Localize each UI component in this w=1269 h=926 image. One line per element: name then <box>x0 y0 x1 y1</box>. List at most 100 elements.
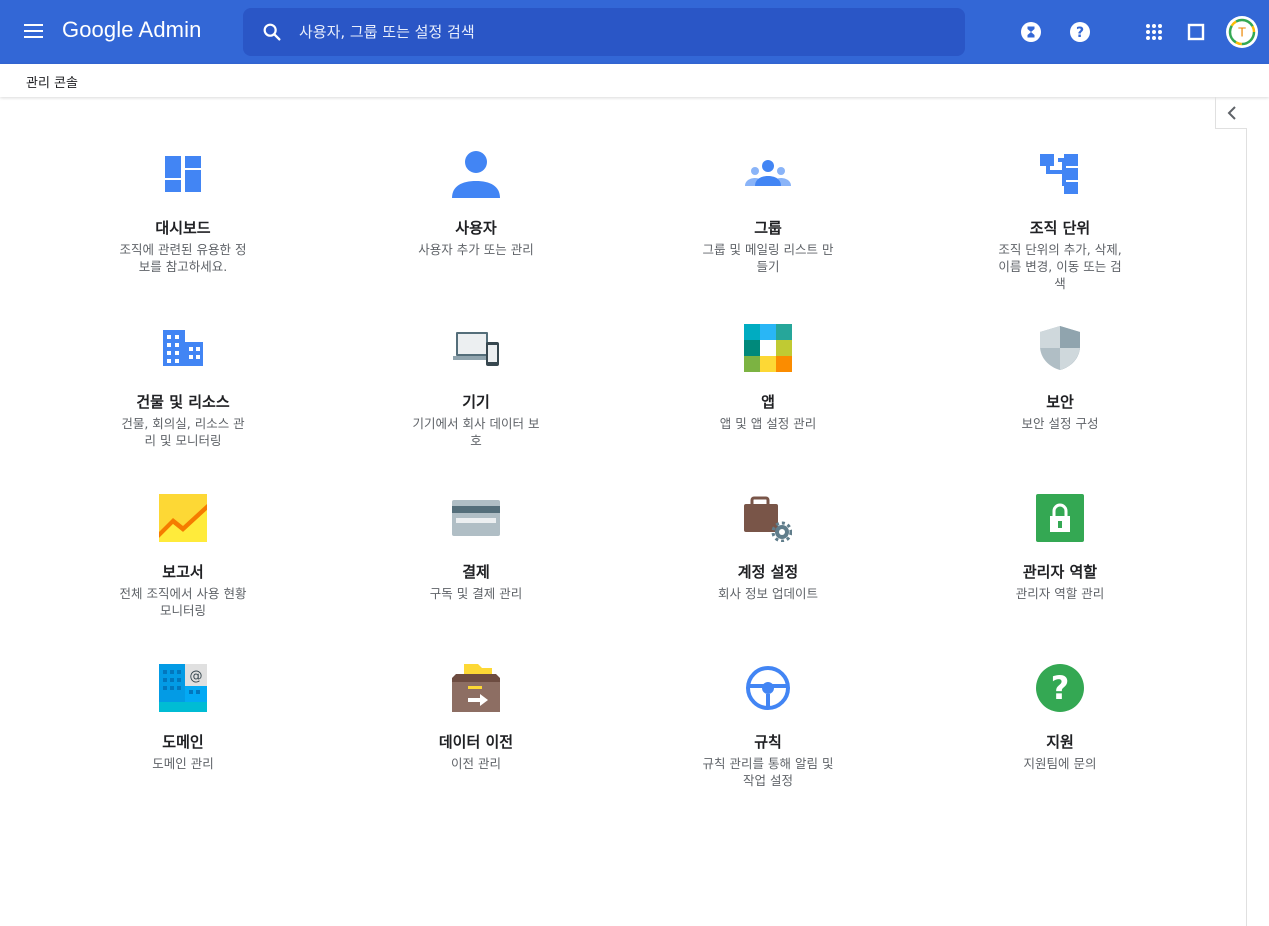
card-description-text: 이전 관리 <box>451 756 501 771</box>
top-app-bar: Google Admin ? T <box>0 0 1269 64</box>
card-description-text: 도메인 관리 <box>152 756 214 771</box>
card-description: 사용자 추가 또는 관리 <box>401 241 551 258</box>
account-avatar[interactable]: T <box>1226 16 1258 48</box>
card-apps[interactable]: 앱앱 및 앱 설정 관리 <box>693 324 843 474</box>
card-user[interactable]: 사용자사용자 추가 또는 관리 <box>401 150 551 300</box>
domains-icon: @ <box>159 664 207 712</box>
card-description: 조직 단위의 추가, 삭제, 이름 변경, 이동 또는 검색 <box>985 241 1135 292</box>
card-title: 기기 <box>462 393 490 411</box>
card-description-text: 전체 조직에서 사용 현황 모니터링 <box>119 586 247 618</box>
card-title: 데이터 이전 <box>438 733 514 751</box>
card-description: 지원팀에 문의 <box>985 755 1135 772</box>
main-menu-button[interactable] <box>18 20 50 44</box>
card-description-text: 조직에 관련된 유용한 정보를 참고하세요. <box>119 242 247 274</box>
card-description: 조직에 관련된 유용한 정보를 참고하세요. <box>108 241 258 275</box>
svg-text:?: ? <box>1076 25 1084 41</box>
card-support-help[interactable]: ? 지원지원팀에 문의 <box>985 664 1135 814</box>
card-title: 사용자 <box>455 219 497 237</box>
card-title: 건물 및 리소스 <box>136 393 230 411</box>
help-icon[interactable]: ? <box>1068 20 1092 44</box>
card-description: 보안 설정 구성 <box>985 415 1135 432</box>
card-org-units[interactable]: 조직 단위조직 단위의 추가, 삭제, 이름 변경, 이동 또는 검색 <box>985 150 1135 300</box>
reports-chart-icon <box>159 494 207 542</box>
card-admin-roles-lock[interactable]: 관리자 역할 관리자 역할 관리 <box>985 494 1135 644</box>
breadcrumb[interactable]: 관리 콘솔 <box>26 72 78 91</box>
org-units-icon <box>1040 154 1078 194</box>
avatar-icon: T <box>1228 18 1256 46</box>
card-description-text: 관리자 역할 관리 <box>1015 586 1105 601</box>
card-title: 조직 단위 <box>1029 219 1091 237</box>
card-title: 앱 <box>761 393 775 411</box>
card-description-text: 회사 정보 업데이트 <box>718 586 818 601</box>
card-account-settings[interactable]: 계정 설정회사 정보 업데이트 <box>693 494 843 644</box>
search-icon[interactable] <box>261 21 283 43</box>
collapse-panel-button[interactable] <box>1215 97 1247 129</box>
card-description: 구독 및 결제 관리 <box>401 585 551 602</box>
svg-text:?: ? <box>1051 669 1070 707</box>
card-title: 결제 <box>462 563 490 581</box>
admin-roles-lock-icon <box>1036 494 1084 542</box>
card-title: 계정 설정 <box>737 563 799 581</box>
svg-text:T: T <box>1237 26 1246 40</box>
card-description-text: 기기에서 회사 데이터 보호 <box>412 416 540 448</box>
card-data-migration[interactable]: 데이터 이전이전 관리 <box>401 664 551 814</box>
groups-icon <box>745 160 791 186</box>
card-description-text: 지원팀에 문의 <box>1023 756 1097 771</box>
card-description: 건물, 회의실, 리소스 관리 및 모니터링 <box>108 415 258 449</box>
card-billing-card[interactable]: 결제구독 및 결제 관리 <box>401 494 551 644</box>
card-title: 대시보드 <box>155 219 211 237</box>
card-dashboard[interactable]: 대시보드조직에 관련된 유용한 정보를 참고하세요. <box>108 150 258 300</box>
card-description-text: 보안 설정 구성 <box>1021 416 1099 431</box>
card-title: 그룹 <box>754 219 782 237</box>
card-description-text: 규칙 관리를 통해 알림 및 작업 설정 <box>702 756 834 788</box>
card-building[interactable]: 건물 및 리소스건물, 회의실, 리소스 관리 및 모니터링 <box>108 324 258 474</box>
card-description: 도메인 관리 <box>108 755 258 772</box>
card-description: 규칙 관리를 통해 알림 및 작업 설정 <box>693 755 843 789</box>
apps-grid-icon[interactable] <box>1142 20 1166 44</box>
card-description-text: 구독 및 결제 관리 <box>429 586 523 601</box>
window-icon[interactable] <box>1184 20 1208 44</box>
google-admin-logo[interactable]: Google Admin <box>62 17 201 43</box>
card-description-text: 사용자 추가 또는 관리 <box>418 242 534 257</box>
card-description: 회사 정보 업데이트 <box>693 585 843 602</box>
card-description: 그룹 및 메일링 리스트 만들기 <box>693 241 843 275</box>
card-reports-chart[interactable]: 보고서전체 조직에서 사용 현황 모니터링 <box>108 494 258 644</box>
search-input[interactable] <box>299 20 939 44</box>
data-migration-icon <box>452 664 500 712</box>
card-title: 보고서 <box>162 563 204 581</box>
card-description-text: 조직 단위의 추가, 삭제, 이름 변경, 이동 또는 검색 <box>998 242 1122 291</box>
card-description: 기기에서 회사 데이터 보호 <box>401 415 551 449</box>
card-description: 관리자 역할 관리 <box>985 585 1135 602</box>
card-description: 이전 관리 <box>401 755 551 772</box>
security-shield-icon <box>1040 326 1080 370</box>
side-panel-divider <box>1246 129 1247 926</box>
user-icon <box>452 151 500 198</box>
card-groups[interactable]: 그룹그룹 및 메일링 리스트 만들기 <box>693 150 843 300</box>
account-settings-icon <box>744 496 792 542</box>
card-title: 규칙 <box>754 733 782 751</box>
support-help-icon: ? <box>1036 664 1084 712</box>
breadcrumb-bar: 관리 콘솔 <box>0 64 1269 97</box>
billing-card-icon <box>452 500 500 536</box>
card-description: 전체 조직에서 사용 현황 모니터링 <box>108 585 258 619</box>
card-title: 도메인 <box>162 733 204 751</box>
hourglass-icon[interactable] <box>1019 20 1043 44</box>
card-title: 보안 <box>1046 393 1074 411</box>
chevron-left-icon <box>1227 106 1236 120</box>
card-devices[interactable]: 기기기기에서 회사 데이터 보호 <box>401 324 551 474</box>
building-icon <box>163 330 203 366</box>
card-description: 앱 및 앱 설정 관리 <box>693 415 843 432</box>
card-description-text: 그룹 및 메일링 리스트 만들기 <box>702 242 834 274</box>
devices-icon <box>453 332 499 366</box>
card-title: 지원 <box>1046 733 1074 751</box>
card-security-shield[interactable]: 보안보안 설정 구성 <box>985 324 1135 474</box>
card-domains[interactable]: @ 도메인도메인 관리 <box>108 664 258 814</box>
svg-text:@: @ <box>190 669 203 684</box>
search-bar[interactable] <box>243 8 965 56</box>
card-rules-wheel[interactable]: 규칙규칙 관리를 통해 알림 및 작업 설정 <box>693 664 843 814</box>
rules-wheel-icon <box>746 666 790 710</box>
card-description-text: 앱 및 앱 설정 관리 <box>719 416 817 431</box>
card-description-text: 건물, 회의실, 리소스 관리 및 모니터링 <box>121 416 245 448</box>
apps-icon <box>744 324 792 372</box>
dashboard-icon <box>165 156 201 192</box>
